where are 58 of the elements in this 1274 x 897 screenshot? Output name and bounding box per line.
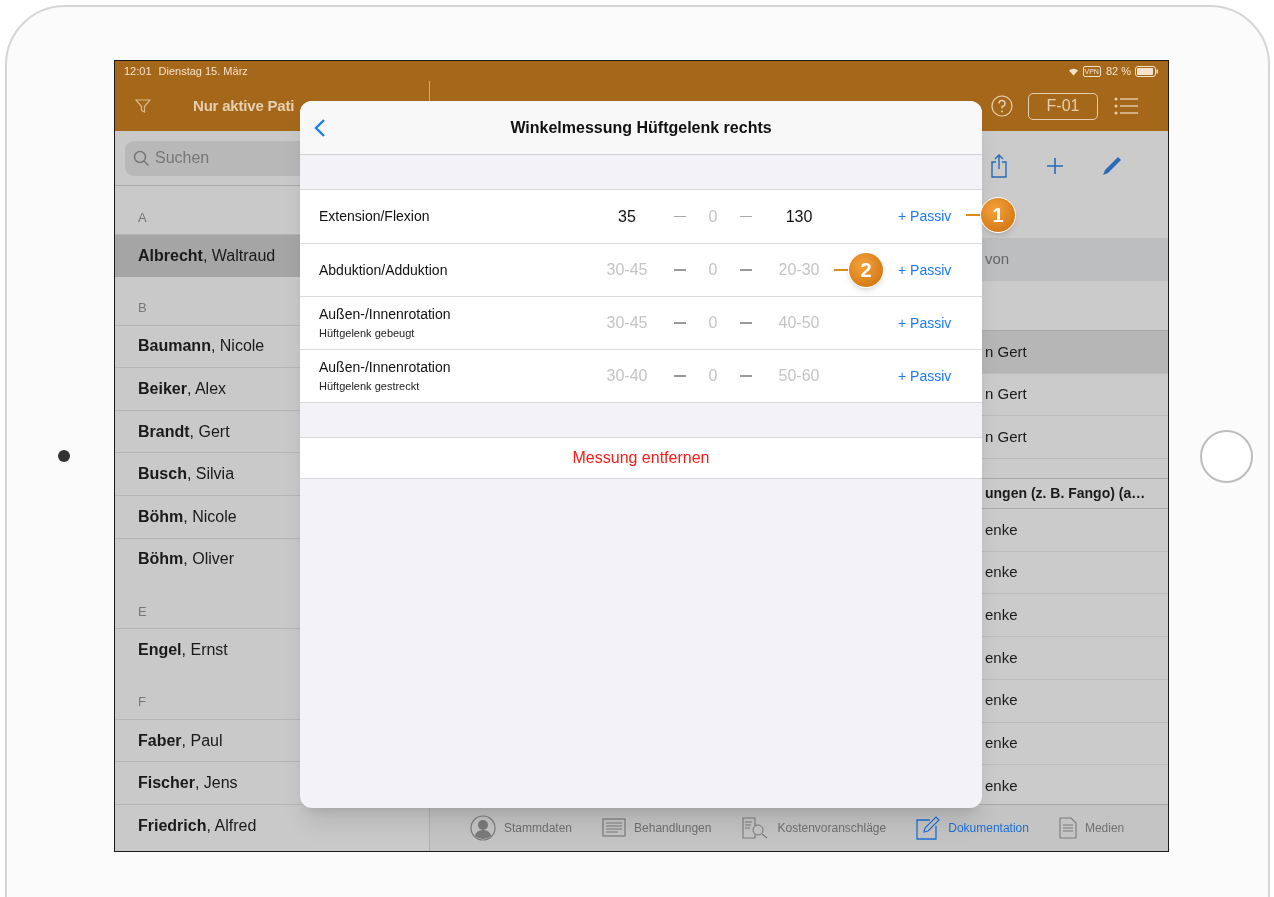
dash-mark xyxy=(674,375,686,377)
status-time: 12:01 xyxy=(124,63,152,79)
zero-value: 0 xyxy=(707,313,719,333)
passive-button[interactable]: + Passiv xyxy=(898,206,982,227)
modal-title: Winkelmessung Hüftgelenk rechts xyxy=(510,117,772,138)
battery-percent: 82 % xyxy=(1105,63,1131,79)
callout-marker: 2 xyxy=(848,252,884,288)
row-sublabel: Hüftgelenk gebeugt xyxy=(319,326,416,342)
patient-code-button[interactable]: F-01 xyxy=(1028,92,1098,120)
angle-value[interactable]: 35 xyxy=(592,204,662,229)
dash-mark xyxy=(674,322,686,324)
passive-button[interactable]: + Passiv xyxy=(898,259,982,281)
passive-button[interactable]: + Passiv xyxy=(898,312,982,334)
tab-button[interactable]: Kostenvoranschläge xyxy=(741,817,887,839)
dash-mark xyxy=(674,269,686,271)
share-icon[interactable] xyxy=(989,154,1009,178)
dash-mark xyxy=(740,375,752,377)
remove-measurement-button[interactable]: Messung entfernen xyxy=(300,437,982,479)
edit-icon xyxy=(916,816,941,840)
back-chevron-icon[interactable] xyxy=(314,117,326,138)
row-label: Extension/Flexion xyxy=(319,207,431,226)
person-icon xyxy=(470,815,496,841)
tab-button[interactable]: Medien xyxy=(1058,817,1125,839)
camera-icon xyxy=(58,450,70,462)
list-icon[interactable] xyxy=(1114,97,1138,115)
sidebar-title: Nur aktive Pati xyxy=(193,95,295,116)
battery-icon xyxy=(1135,65,1159,77)
tab-button[interactable]: Stammdaten xyxy=(470,815,573,841)
passive-button[interactable]: + Passiv xyxy=(898,365,982,387)
section-letter: A xyxy=(138,208,147,227)
section-letter: F xyxy=(138,693,146,712)
search-icon xyxy=(133,149,150,167)
home-button[interactable] xyxy=(1200,429,1253,483)
leader-line xyxy=(834,269,848,271)
zero-value: 0 xyxy=(707,260,719,280)
row-sublabel: Hüftgelenk gestreckt xyxy=(319,379,421,395)
pencil-icon[interactable] xyxy=(1101,155,1123,177)
section-letter: E xyxy=(138,602,147,621)
dash-mark xyxy=(740,322,752,324)
tab-button[interactable]: Behandlungen xyxy=(602,818,712,838)
help-icon[interactable] xyxy=(991,95,1013,117)
zero-value: 0 xyxy=(707,366,719,386)
angle-value[interactable]: 130 xyxy=(764,204,834,229)
search-placeholder: Suchen xyxy=(155,148,210,168)
wifi-icon xyxy=(1066,66,1080,76)
dash-mark xyxy=(674,215,686,218)
leader-line xyxy=(966,214,980,216)
dash-mark xyxy=(740,269,752,271)
section-letter: B xyxy=(138,299,147,318)
dash-mark xyxy=(740,215,752,218)
document-icon xyxy=(1058,817,1077,839)
row-label: Außen-/Innenrotation xyxy=(319,305,452,325)
zero-value: 0 xyxy=(707,206,719,227)
filter-icon[interactable] xyxy=(135,98,151,114)
plus-icon[interactable] xyxy=(1045,156,1065,176)
status-date: Dienstag 15. März xyxy=(158,63,248,79)
document-lines-icon xyxy=(602,818,627,838)
tab-button[interactable]: Dokumentation xyxy=(916,816,1029,840)
